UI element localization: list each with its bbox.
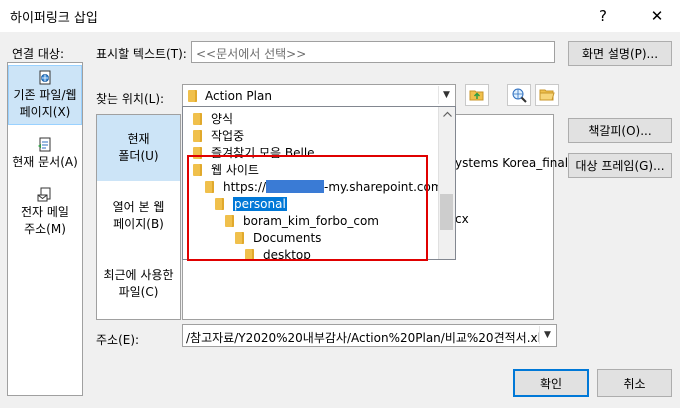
chevron-down-icon[interactable]: ▼ [539,326,555,344]
address-combo[interactable]: /참고자료/Y2020%20내부감사/Action%20Plan/비교%20견적… [182,324,557,347]
subnav-browsed-pages-line2: 페이지(B) [113,217,164,231]
sub-nav: 현재 폴더(U) 열어 본 웹 페이지(B) 최근에 사용한 파일(C) [96,114,181,320]
nav-email-address[interactable]: 전자 메일 주소(M) [8,187,82,237]
link-to-label: 연결 대상: [12,47,65,61]
nav-current-document-label: 현재 문서(A) [12,155,78,169]
nav-current-document[interactable]: 현재 문서(A) [8,137,82,183]
target-frame-button[interactable]: 대상 프레임(G)... [568,153,672,178]
scroll-up-icon[interactable] [443,111,452,117]
look-in-value: Action Plan [205,89,272,103]
browse-web-icon [512,88,527,103]
display-text-label: 표시할 텍스트(T): [96,47,187,61]
subnav-browsed-pages[interactable]: 열어 본 웹 페이지(B) [97,199,180,243]
subnav-browsed-pages-line1: 열어 본 웹 [112,200,165,214]
subnav-current-folder-line1: 현재 [127,132,150,146]
close-button[interactable]: ✕ [642,4,672,28]
folder-icon [193,113,202,125]
subnav-recent-files-line1: 최근에 사용한 [103,268,174,282]
email-address-icon [37,187,51,202]
help-button[interactable]: ? [588,4,618,28]
subnav-recent-files[interactable]: 최근에 사용한 파일(C) [97,267,180,311]
annotation-highlight-box [187,155,428,261]
look-in-combo[interactable]: Action Plan ▼ [182,84,456,107]
chevron-down-icon[interactable]: ▼ [438,86,454,104]
dropdown-item-in-progress[interactable]: 작업중 [193,128,244,145]
dropdown-item-label: 양식 [211,112,234,126]
folder-icon [193,130,202,142]
nav-existing-file-line1: 기존 파일/웹 [13,88,77,102]
subnav-recent-files-line2: 파일(C) [118,285,159,299]
dialog-title: 하이퍼링크 삽입 [10,11,98,26]
file-list-item[interactable]: ystems Korea_final [455,156,568,170]
address-label: 주소(E): [96,333,140,347]
up-folder-button[interactable] [465,84,489,106]
current-document-icon [38,137,51,152]
nav-email-line2: 주소(M) [24,222,66,236]
display-text-field[interactable]: <<문서에서 선택>> [191,41,555,63]
dropdown-item-yangsik[interactable]: 양식 [193,111,233,128]
nav-existing-file-line2: 페이지(X) [19,105,71,119]
subnav-current-folder[interactable]: 현재 폴더(U) [97,115,180,181]
up-one-folder-icon [469,90,484,101]
ok-button[interactable]: 확인 [513,369,589,397]
browse-file-button[interactable] [535,84,559,106]
dropdown-item-label: 작업중 [211,129,245,143]
title-bar [0,0,680,32]
folder-icon [188,90,197,102]
browse-folder-icon [539,89,555,101]
existing-file-icon [39,70,51,85]
cancel-button[interactable]: 취소 [597,369,672,397]
browse-web-button[interactable] [507,84,531,106]
subnav-current-folder-line2: 폴더(U) [118,149,159,163]
bookmark-button[interactable]: 책갈피(O)... [568,118,672,143]
nav-email-line1: 전자 메일 [21,205,69,219]
nav-existing-file[interactable]: 기존 파일/웹 페이지(X) [8,65,82,125]
look-in-label: 찾는 위치(L): [96,92,165,106]
link-to-nav: 기존 파일/웹 페이지(X) 현재 문서(A) 전자 메일 주소(M) [7,62,83,396]
dropdown-scrollbar[interactable] [438,107,455,259]
address-value: /참고자료/Y2020%20내부감사/Action%20Plan/비교%20견적… [186,331,555,345]
screentip-button[interactable]: 화면 설명(P)... [568,41,672,66]
file-list-item[interactable]: cx [455,212,469,226]
dropdown-scroll-thumb[interactable] [440,194,453,230]
